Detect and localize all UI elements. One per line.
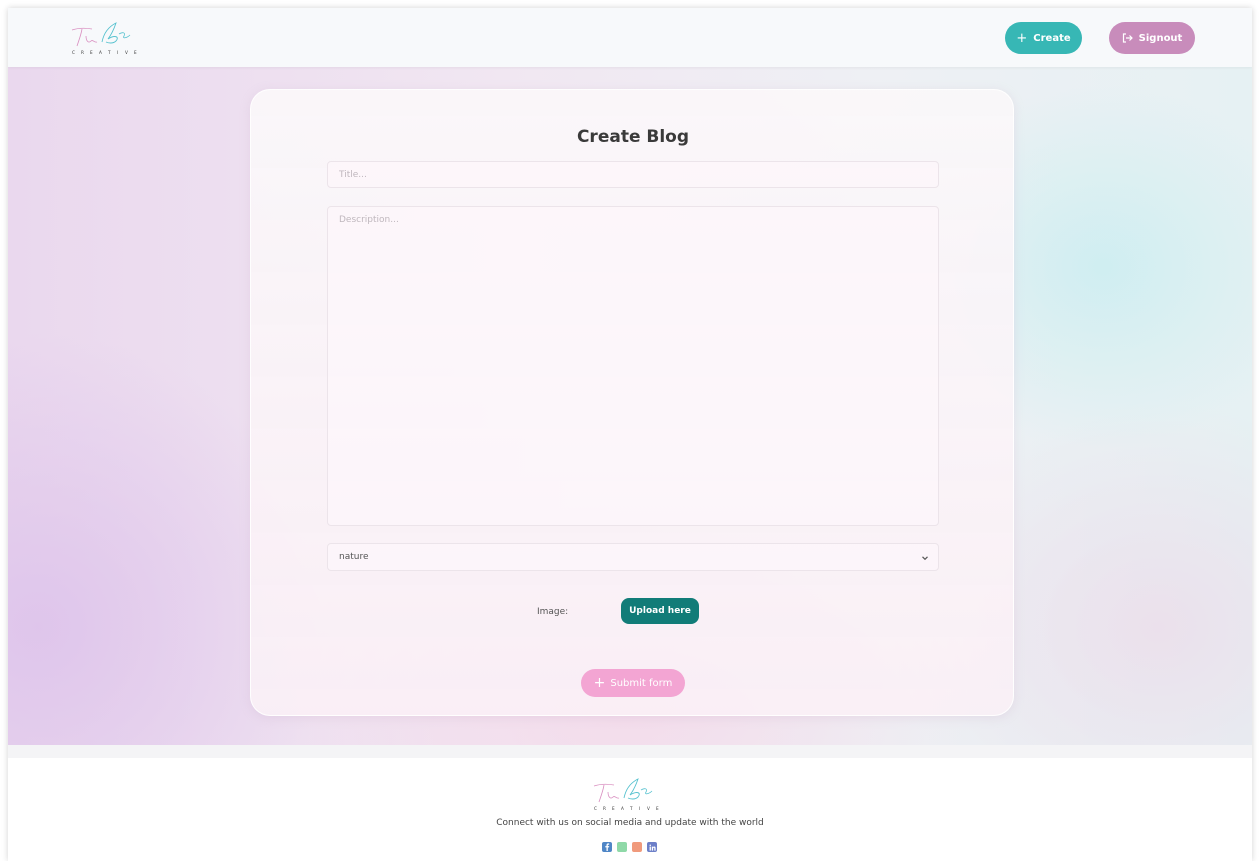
footer-tagline: Connect with us on social media and upda… (496, 818, 764, 828)
page-frame: CRE ATI VE + Create Signout Create Blog … (8, 8, 1252, 861)
svg-text:A: A (99, 50, 102, 55)
footer-divider (8, 745, 1252, 758)
category-select[interactable]: nature (327, 543, 939, 571)
svg-text:A: A (621, 806, 624, 811)
svg-text:E: E (134, 50, 137, 55)
svg-text:E: E (90, 50, 93, 55)
create-button[interactable]: + Create (1005, 22, 1082, 54)
svg-text:C: C (594, 806, 597, 811)
submit-form-button[interactable]: + Submit form (581, 669, 685, 697)
footer: C R E AT I V E Connect with us on social med… (8, 758, 1252, 861)
image-label: Image: (537, 607, 569, 617)
svg-text:T: T (107, 50, 111, 55)
title-input[interactable] (327, 161, 939, 188)
svg-text:I: I (639, 806, 640, 811)
brand-logo[interactable]: C R E AT I V E (64, 20, 154, 58)
facebook-icon[interactable] (602, 842, 612, 852)
upload-button[interactable]: Upload here (621, 598, 699, 624)
social-links (602, 842, 657, 852)
svg-text:V: V (125, 50, 128, 55)
sign-out-icon (1122, 33, 1133, 43)
signout-button-label: Signout (1138, 32, 1183, 44)
orange-icon[interactable] (632, 842, 642, 852)
plus-icon: + (1016, 30, 1028, 46)
category-select-value: nature (339, 552, 369, 562)
create-button-label: Create (1033, 32, 1071, 44)
linkedin-icon[interactable] (647, 842, 657, 852)
page-title: Create Blog (576, 127, 690, 147)
footer-brand-logo[interactable]: C R E AT I V E (586, 776, 676, 814)
create-blog-card: Create Blog nature Image: Upload here + … (250, 89, 1014, 716)
svg-text:R: R (603, 806, 606, 811)
svg-text:T: T (629, 806, 633, 811)
hero-background: Create Blog nature Image: Upload here + … (8, 67, 1252, 745)
description-textarea[interactable] (327, 206, 939, 526)
top-nav: C R E AT I V E + Create Signout (8, 8, 1252, 67)
upload-button-label: Upload here (629, 606, 691, 616)
svg-text:I: I (117, 50, 118, 55)
signout-button[interactable]: Signout (1109, 22, 1195, 54)
svg-text:R: R (81, 50, 84, 55)
svg-text:V: V (647, 806, 650, 811)
green-icon[interactable] (617, 842, 627, 852)
svg-text:E: E (612, 806, 615, 811)
svg-text:E: E (656, 806, 659, 811)
submit-button-label: Submit form (610, 677, 673, 689)
plus-icon: + (593, 675, 606, 691)
svg-text:C: C (72, 50, 75, 55)
chevron-down-icon (922, 556, 928, 561)
